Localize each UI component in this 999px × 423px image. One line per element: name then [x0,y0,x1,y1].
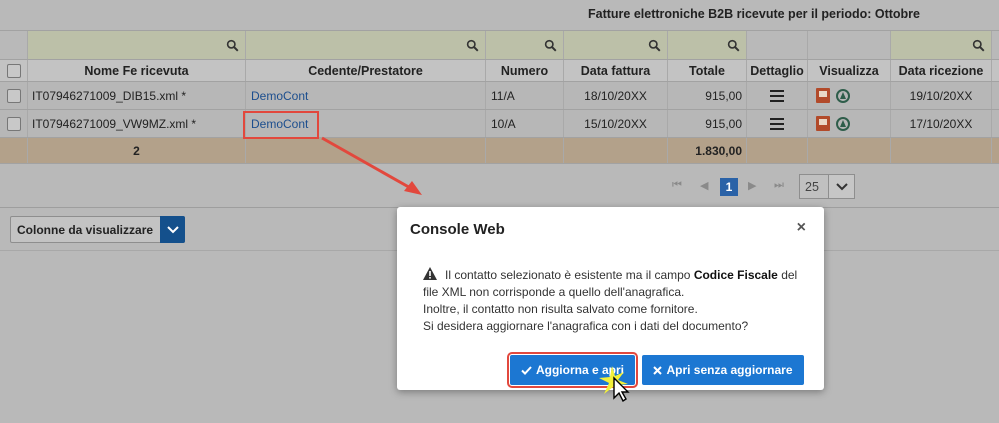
table-row[interactable]: IT07946271009_DIB15.xml * DemoCont 11/A … [0,82,999,110]
filter-numero-button[interactable] [486,31,564,59]
invoice-total: 915,00 [668,82,747,109]
chevron-down-icon[interactable] [160,216,185,243]
eco-icon[interactable] [836,88,850,103]
open-without-update-button[interactable]: Apri senza aggiornare [642,355,804,385]
search-icon [544,39,557,51]
codice-fiscale-label: Codice Fiscale [693,268,778,282]
page-title: Fatture elettroniche B2B ricevute per il… [588,7,921,21]
annotation-arrow [321,136,422,195]
eco-icon[interactable] [836,116,850,131]
filter-cedente-button[interactable] [246,31,486,59]
check-icon [521,365,532,375]
table-row[interactable]: IT07946271009_VW9MZ.xml * DemoCont 10/A … [0,110,999,138]
chevron-down-icon[interactable] [828,175,854,198]
column-header-visualizza: Visualizza [808,60,891,81]
prev-page-button[interactable]: ◀ [700,179,708,192]
select-all-checkbox[interactable] [0,60,28,81]
invoice-number: 10/A [486,110,564,137]
warning-icon [423,267,437,280]
total-count: 2 [28,138,246,163]
view-actions [808,82,891,109]
filter-ricezione-button[interactable] [891,31,992,59]
column-header-dettaglio: Dettaglio [747,60,808,81]
dialog-message: Il contatto selezionato è esistente ma i… [423,267,798,333]
filter-blank [0,31,28,59]
invoice-number: 11/A [486,82,564,109]
view-actions [808,110,891,137]
filter-name-button[interactable] [28,31,246,59]
invoice-date: 18/10/20XX [564,82,668,109]
menu-icon [770,89,784,102]
column-header-cedente[interactable]: Cedente/Prestatore [246,60,486,81]
highlight-box [243,111,319,139]
header-row: Nome Fe ricevuta Cedente/Prestatore Nume… [0,60,999,82]
filter-blank [808,31,891,59]
column-header-numero[interactable]: Numero [486,60,564,81]
last-page-button[interactable]: ⏭ [774,179,784,192]
invoice-date: 15/10/20XX [564,110,668,137]
column-header-totale[interactable]: Totale [668,60,747,81]
search-icon [226,39,239,51]
column-header-name[interactable]: Nome Fe ricevuta [28,60,246,81]
column-header-data-fattura[interactable]: Data fattura [564,60,668,81]
detail-button[interactable] [747,82,808,109]
next-page-button[interactable]: ▶ [748,179,756,192]
page-size-select[interactable]: 25 [799,174,855,199]
mouse-cursor-icon [599,366,630,403]
search-icon [648,39,661,51]
search-icon [466,39,479,51]
confirm-dialog: Console Web × Il contatto selezionato è … [397,207,824,390]
filter-blank [992,31,999,59]
filter-blank [747,31,808,59]
columns-selector-label: Colonne da visualizzare [17,223,154,237]
pdf-icon[interactable] [816,88,830,103]
page-size-value: 25 [805,180,819,194]
received-date: 17/10/20XX [891,110,992,137]
row-checkbox[interactable] [0,82,28,109]
close-icon [653,365,663,375]
column-header-data-ricezione[interactable]: Data ricezione [891,60,992,81]
file-name: IT07946271009_DIB15.xml * [28,82,246,109]
first-page-button[interactable]: ⏮ [672,179,682,192]
row-checkbox[interactable] [0,110,28,137]
current-page[interactable]: 1 [720,178,738,196]
menu-icon [770,117,784,130]
search-icon [972,39,985,51]
cedente-link[interactable]: DemoCont [246,82,486,109]
columns-selector[interactable]: Colonne da visualizzare [10,216,185,243]
totals-row: 2 1.830,00 [0,138,999,164]
filter-totale-button[interactable] [668,31,747,59]
detail-button[interactable] [747,110,808,137]
invoice-total: 915,00 [668,110,747,137]
filter-data-button[interactable] [564,31,668,59]
received-date: 19/10/20XX [891,82,992,109]
total-amount: 1.830,00 [668,138,747,163]
file-name: IT07946271009_VW9MZ.xml * [28,110,246,137]
search-icon [727,39,740,51]
dialog-title: Console Web [410,221,505,238]
close-icon[interactable]: × [797,219,806,237]
filter-row [0,30,999,60]
pdf-icon[interactable] [816,116,830,131]
